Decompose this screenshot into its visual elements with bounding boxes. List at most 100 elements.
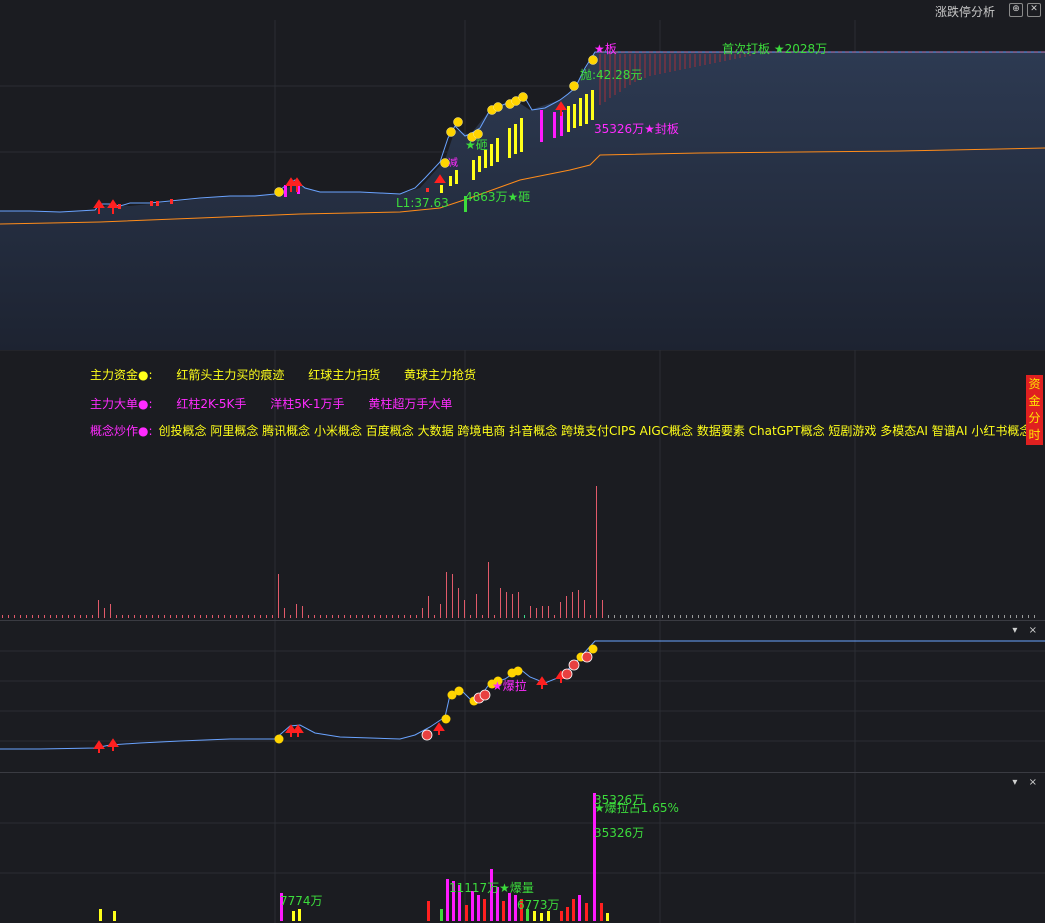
volume-bar xyxy=(530,606,531,618)
volume-bar xyxy=(608,615,609,618)
volume-bar xyxy=(44,615,45,618)
volume-bar xyxy=(116,615,117,618)
ind2-close-icon[interactable]: × xyxy=(1029,777,1037,788)
volume-bar xyxy=(224,615,225,618)
volume-bar xyxy=(302,606,303,618)
volume-bar xyxy=(98,600,99,618)
volume-bar xyxy=(422,608,423,618)
indicator-bar xyxy=(427,901,430,921)
smash-amount-label: 4863万★砸 xyxy=(465,190,531,204)
volume-bar xyxy=(242,615,243,618)
volume-bar xyxy=(164,615,165,618)
volume-bar xyxy=(806,615,807,618)
volume-bar xyxy=(506,592,507,618)
volume-bar xyxy=(968,615,969,618)
ind2-right-label: 6773万 xyxy=(517,898,560,912)
volume-bar xyxy=(518,592,519,618)
volume-bar xyxy=(596,486,597,618)
indicator-chart-1 xyxy=(0,621,1045,773)
volume-bar xyxy=(716,615,717,618)
funds-timeshare-tag[interactable]: 资 金 分 时 xyxy=(1026,375,1043,445)
volume-bar xyxy=(620,615,621,618)
volume-bar xyxy=(254,615,255,618)
volume-bar xyxy=(746,615,747,618)
volume-bar xyxy=(818,615,819,618)
ind2-left-label: 7774万 xyxy=(280,894,323,908)
volume-bar xyxy=(434,615,435,618)
volume-bar xyxy=(110,604,111,618)
indicator-bar xyxy=(540,913,543,921)
volume-bar xyxy=(800,615,801,618)
volume-bar xyxy=(848,615,849,618)
volume-bar xyxy=(158,615,159,618)
legend-main-funds: 主力资金●: 红箭头主力买的痕迹 红球主力扫货 黄球主力抢货 xyxy=(90,366,496,383)
indicator-bar xyxy=(99,909,102,921)
volume-bar xyxy=(770,615,771,618)
indicator-pane-2[interactable]: 35326万 ★爆拉占1.65% 35326万 7774万 11117万★爆量 … xyxy=(0,772,1045,923)
indicator-pane-1[interactable]: ★爆拉 ▾ × xyxy=(0,620,1045,773)
legend-main-funds-prefix: 主力资金●: xyxy=(90,368,153,382)
volume-bar xyxy=(368,615,369,618)
close-button[interactable]: ✕ xyxy=(1027,3,1041,17)
ind1-line xyxy=(0,640,1045,750)
legend-yellow-bar: 黄柱超万手大单 xyxy=(368,397,453,411)
volume-bar xyxy=(2,615,3,618)
volume-bar xyxy=(878,615,879,618)
first-limit-label: 首次打板 ★2028万 xyxy=(722,42,828,56)
volume-bar xyxy=(398,615,399,618)
analysis-title[interactable]: 涨跌停分析 xyxy=(935,3,995,20)
volume-bar xyxy=(230,615,231,618)
add-button[interactable]: ⊕ xyxy=(1009,3,1023,17)
volume-pane[interactable] xyxy=(0,468,1045,620)
volume-bar xyxy=(212,615,213,618)
ind2-peak-mid-label: 35326万 xyxy=(594,826,645,840)
volume-bar xyxy=(890,615,891,618)
volume-bar xyxy=(272,615,273,618)
volume-bar xyxy=(26,615,27,618)
volume-bar xyxy=(950,615,951,618)
ind1-collapse-icon[interactable]: ▾ xyxy=(1012,625,1017,636)
legend-red-arrow: 红箭头主力买的痕迹 xyxy=(176,368,285,382)
volume-bar xyxy=(128,615,129,618)
volume-bar xyxy=(248,615,249,618)
legend-concepts: 概念炒作●: 创投概念 阿里概念 腾讯概念 小米概念 百度概念 大数据 跨境电商 … xyxy=(90,422,1031,439)
volume-bar xyxy=(590,615,591,618)
volume-bar xyxy=(386,615,387,618)
legend-red-bar: 红柱2K-5K手 xyxy=(176,397,247,411)
volume-bar xyxy=(710,615,711,618)
volume-bar xyxy=(854,615,855,618)
volume-bar xyxy=(416,615,417,618)
volume-bar xyxy=(602,600,603,618)
legend-concepts-text: 创投概念 阿里概念 腾讯概念 小米概念 百度概念 大数据 跨境电商 抖音概念 跨… xyxy=(158,424,1032,438)
price-pane[interactable]: ★板 首次打板 ★2028万 抛:42.28元 35326万★封板 ★砸 减 4… xyxy=(0,20,1045,468)
indicator-bar xyxy=(440,909,443,921)
volume-bar xyxy=(344,615,345,618)
volume-bar xyxy=(824,615,825,618)
volume-bar xyxy=(896,615,897,618)
ind1-close-icon[interactable]: × xyxy=(1029,625,1037,636)
volume-bar xyxy=(734,615,735,618)
indicator-bar xyxy=(502,901,505,921)
volume-bar xyxy=(194,615,195,618)
volume-bar xyxy=(794,615,795,618)
volume-bar xyxy=(134,615,135,618)
volume-bar xyxy=(140,615,141,618)
indicator-bar xyxy=(113,911,116,921)
volume-bar xyxy=(656,615,657,618)
volume-bar xyxy=(692,615,693,618)
volume-bar xyxy=(428,596,429,618)
volume-bar xyxy=(170,615,171,618)
volume-bar xyxy=(812,615,813,618)
volume-bar xyxy=(644,615,645,618)
volume-bar xyxy=(572,592,573,618)
volume-bar xyxy=(1010,615,1011,618)
legend-big-orders: 主力大单●: 红柱2K-5K手 洋柱5K-1万手 黄柱超万手大单 xyxy=(90,395,472,412)
volume-bar xyxy=(650,615,651,618)
volume-bar xyxy=(176,615,177,618)
ind2-collapse-icon[interactable]: ▾ xyxy=(1012,777,1017,788)
volume-bar xyxy=(542,606,543,618)
small-label: 减 xyxy=(448,158,458,169)
volume-bar xyxy=(536,608,537,618)
volume-bar xyxy=(152,615,153,618)
ind2-controls: ▾ × xyxy=(1004,777,1037,788)
